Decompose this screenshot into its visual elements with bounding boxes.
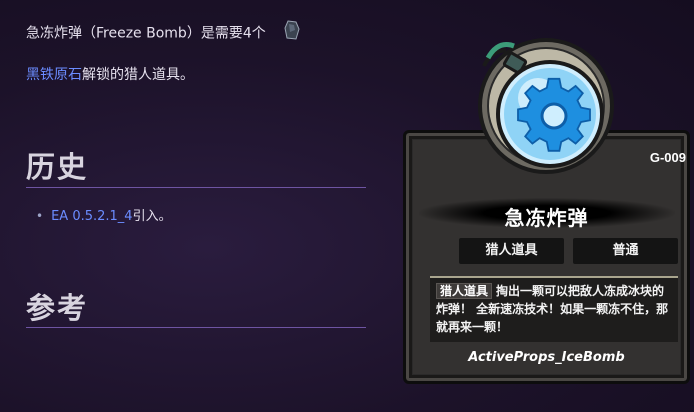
history-heading: 历史 [26, 150, 89, 184]
intro-text: 急冻炸弹（Freeze Bomb）是需要4个 [26, 25, 266, 42]
references-divider [26, 327, 366, 328]
ore-gem-icon [284, 20, 300, 47]
ore-link[interactable]: 黑铁原石 [26, 67, 82, 83]
references-heading: 参考 [26, 291, 89, 325]
list-item: EA 0.5.2.1_4引入。 [36, 205, 172, 224]
tag-rarity: 普通 [573, 238, 678, 264]
card-title: 急冻炸弹 [504, 206, 589, 230]
intro-text-2: 解锁的猎人道具。 [82, 67, 194, 83]
intro-line-1: 急冻炸弹（Freeze Bomb）是需要4个 [26, 20, 356, 47]
tag-type: 猎人道具 [459, 238, 564, 264]
history-divider [26, 187, 366, 188]
card-code: G-009 [649, 150, 686, 165]
intro-line-2: 黑铁原石解锁的猎人道具。 [26, 64, 194, 86]
version-link[interactable]: EA 0.5.2.1_4 [51, 209, 133, 224]
card-id: ActiveProps_IceBomb [468, 350, 625, 365]
freeze-bomb-icon [466, 28, 616, 178]
desc-tag: 猎人道具 [436, 283, 493, 299]
card-description: 猎人道具 掏出一颗可以把敌人冻成冰块的炸弹！ 全新速冻技术！如果一颗冻不住，那就再… [430, 276, 678, 342]
history-list: EA 0.5.2.1_4引入。 [36, 205, 172, 224]
history-item-suffix: 引入。 [132, 209, 172, 224]
